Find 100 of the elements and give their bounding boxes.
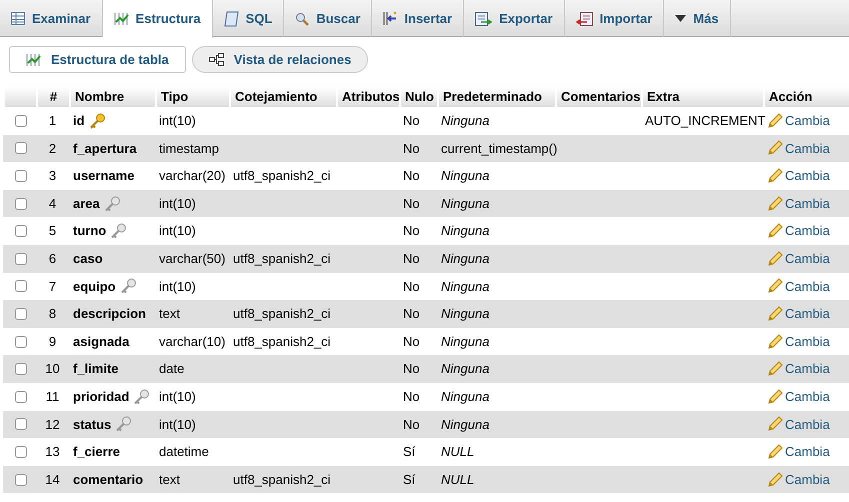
row-number: 7 bbox=[48, 278, 56, 296]
subtab-button[interactable]: Vista de relaciones bbox=[192, 46, 368, 73]
change-link[interactable]: Cambia bbox=[767, 414, 830, 434]
change-link[interactable]: Cambia bbox=[767, 111, 830, 131]
change-link[interactable]: Cambia bbox=[767, 221, 830, 241]
default-value: Ninguna bbox=[441, 167, 490, 186]
row-checkbox[interactable] bbox=[15, 170, 27, 182]
null-text: No bbox=[403, 140, 420, 158]
default-value: Ninguna bbox=[441, 222, 490, 240]
null-text: No bbox=[403, 388, 420, 406]
change-link[interactable]: Cambia bbox=[767, 332, 830, 352]
row-checkbox[interactable] bbox=[15, 390, 27, 403]
change-link[interactable]: Cambia bbox=[767, 359, 830, 379]
default-value: Ninguna bbox=[441, 278, 490, 296]
column-type: varchar(10) bbox=[159, 332, 226, 351]
tab[interactable]: Estructura bbox=[102, 0, 213, 38]
column-header: Cotejamiento bbox=[235, 89, 318, 104]
row-checkbox[interactable] bbox=[15, 280, 27, 292]
row-number: 3 bbox=[48, 167, 56, 186]
null-text: No bbox=[403, 194, 420, 213]
change-link[interactable]: Cambia bbox=[767, 304, 830, 324]
default-value: Ninguna bbox=[441, 112, 490, 130]
null-text: No bbox=[403, 250, 420, 268]
table-icon bbox=[11, 12, 25, 25]
tab[interactable]: Exportar bbox=[464, 0, 565, 37]
row-number: 13 bbox=[45, 443, 60, 462]
default-value: NULL bbox=[441, 470, 474, 489]
pencil-icon bbox=[767, 168, 783, 184]
default-value: Ninguna bbox=[441, 416, 490, 434]
column-header: Comentarios bbox=[561, 89, 640, 104]
row-checkbox[interactable] bbox=[15, 142, 27, 154]
insert-icon bbox=[383, 11, 398, 26]
column-name: status bbox=[73, 416, 112, 434]
document-icon bbox=[224, 10, 239, 26]
row-checkbox[interactable] bbox=[15, 225, 27, 238]
search-icon bbox=[295, 12, 310, 26]
null-text: No bbox=[403, 305, 420, 324]
column-type: date bbox=[159, 360, 184, 378]
pencil-icon bbox=[767, 140, 783, 156]
default-value: Ninguna bbox=[441, 250, 490, 268]
row-checkbox[interactable] bbox=[15, 418, 27, 430]
null-text: No bbox=[403, 278, 420, 296]
collation-text: utf8_spanish2_ci bbox=[233, 470, 331, 489]
row-number: 12 bbox=[45, 416, 60, 434]
default-value: NULL bbox=[441, 443, 474, 462]
row-checkbox[interactable] bbox=[15, 198, 27, 210]
row-checkbox[interactable] bbox=[15, 114, 27, 127]
row-checkbox[interactable] bbox=[15, 336, 27, 348]
row-number: 10 bbox=[45, 360, 60, 378]
tab[interactable]: Examinar bbox=[0, 0, 103, 37]
column-type: int(10) bbox=[159, 222, 196, 240]
column-header: Predeterminado bbox=[443, 89, 542, 104]
null-text: No bbox=[403, 167, 420, 186]
change-link[interactable]: Cambia bbox=[767, 166, 830, 186]
caret-icon bbox=[675, 15, 686, 22]
pencil-icon bbox=[767, 306, 783, 322]
change-link[interactable]: Cambia bbox=[767, 276, 830, 296]
null-text: No bbox=[403, 222, 420, 240]
collation-text: utf8_spanish2_ci bbox=[233, 167, 331, 186]
row-number: 14 bbox=[45, 470, 60, 489]
row-checkbox[interactable] bbox=[15, 308, 27, 320]
subtab-button[interactable]: Estructura de tabla bbox=[9, 46, 186, 73]
import-icon bbox=[576, 12, 593, 26]
row-number: 6 bbox=[48, 250, 56, 268]
column-name: turno bbox=[73, 222, 106, 240]
change-link[interactable]: Cambia bbox=[767, 442, 830, 462]
default-value: Ninguna bbox=[441, 305, 490, 324]
change-link[interactable]: Cambia bbox=[767, 386, 830, 406]
null-text: No bbox=[403, 360, 420, 378]
column-type: text bbox=[159, 470, 180, 489]
default-value: current_timestamp() bbox=[441, 140, 558, 158]
change-link[interactable]: Cambia bbox=[767, 194, 830, 214]
export-icon bbox=[475, 12, 492, 26]
tab[interactable]: Buscar bbox=[284, 0, 372, 37]
tab[interactable]: Insertar bbox=[372, 0, 464, 37]
column-name: username bbox=[73, 167, 134, 186]
change-link[interactable]: Cambia bbox=[767, 470, 830, 490]
column-name: f_cierre bbox=[73, 443, 120, 462]
tab[interactable]: SQL bbox=[212, 0, 284, 37]
column-type: varchar(20) bbox=[159, 167, 226, 186]
default-value: Ninguna bbox=[441, 332, 490, 351]
extra-text: AUTO_INCREMENT bbox=[645, 112, 766, 130]
null-text: No bbox=[403, 112, 420, 130]
column-type: int(10) bbox=[159, 416, 196, 434]
row-checkbox[interactable] bbox=[15, 363, 27, 376]
collation-text: utf8_spanish2_ci bbox=[233, 305, 331, 324]
column-name: caso bbox=[73, 250, 103, 268]
pencil-icon bbox=[767, 223, 783, 240]
column-type: datetime bbox=[159, 443, 209, 462]
change-link[interactable]: Cambia bbox=[767, 249, 830, 269]
row-checkbox[interactable] bbox=[15, 252, 27, 265]
row-checkbox[interactable] bbox=[15, 446, 27, 458]
tab[interactable]: Importar bbox=[564, 0, 664, 37]
column-type: int(10) bbox=[159, 194, 196, 213]
row-checkbox[interactable] bbox=[15, 474, 27, 486]
default-value: Ninguna bbox=[441, 360, 490, 378]
row-number: 2 bbox=[48, 140, 56, 158]
pencil-icon bbox=[767, 472, 783, 488]
change-link[interactable]: Cambia bbox=[767, 138, 830, 158]
tab[interactable]: Más bbox=[664, 0, 731, 37]
